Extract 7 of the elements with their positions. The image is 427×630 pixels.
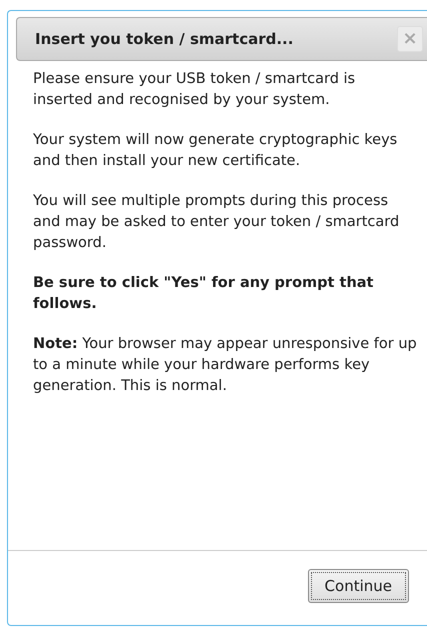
continue-button[interactable]: Continue [308,569,409,603]
message-text: Your system will now generate cryptographic keys and then install your new certificate. [33,131,398,171]
window-title: Insert you token / smartcard... [35,30,294,48]
message-text: Note: Your browser may appear unresponsive for up to a minute while your hardware performs key generation. This is normal. [33,335,417,396]
message-text: Be sure to click "Yes" for any prompt that follows. [33,274,374,314]
message-text: Please ensure your USB token / smartcard is inserted and recognised by your system. [33,70,356,110]
message-text: You will see multiple prompts during this process and may be asked to enter your token / smartcard password. [33,192,400,253]
